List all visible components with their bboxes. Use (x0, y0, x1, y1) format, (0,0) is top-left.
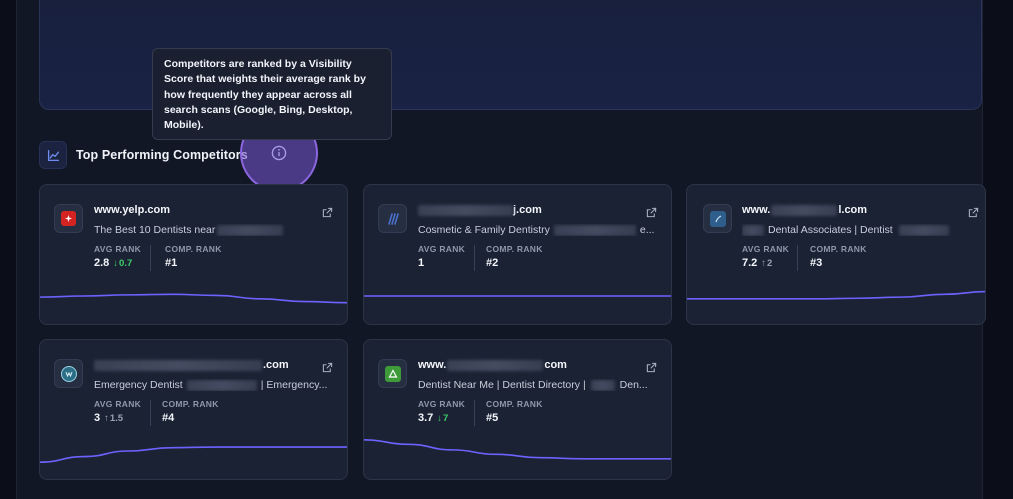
external-link-icon[interactable] (644, 205, 658, 219)
competitor-card-1[interactable]: www.yelp.com The Best 10 Dentists near A… (39, 184, 348, 325)
trend-sparkline (364, 439, 671, 460)
comp-rank-label: COMP. RANK (486, 399, 543, 409)
trend-sparkline (364, 295, 671, 297)
site-logo-icon (703, 204, 732, 233)
comp-rank-label: COMP. RANK (810, 244, 867, 254)
site-logo-icon (378, 359, 407, 388)
rank-delta: ↑ 1.5 (104, 412, 124, 424)
site-logo-icon (54, 359, 83, 388)
external-link-icon[interactable] (320, 205, 334, 219)
rank-delta: ↑ 2 (761, 257, 773, 269)
section-header: Top Performing Competitors (39, 141, 248, 169)
external-link-icon[interactable] (320, 360, 334, 374)
comp-rank-label: COMP. RANK (162, 399, 219, 409)
competitor-domain[interactable]: www. com (418, 359, 567, 371)
rank-delta: ↓ 0.7 (113, 257, 133, 269)
competitor-card-5[interactable]: www. com Dentist Near Me | Dentist Direct… (363, 339, 672, 480)
avg-rank-label: AVG RANK (94, 399, 142, 409)
competitor-card-4[interactable]: .com Emergency Dentist | Emergency... AVG… (39, 339, 348, 480)
competitor-subtitle: Dental Associates | Dentist (742, 224, 982, 236)
external-link-icon[interactable] (644, 360, 658, 374)
sparkline-path (687, 290, 985, 300)
trend-sparkline (40, 293, 347, 304)
competitor-card-3[interactable]: www. l.com Dental Associates | Dentist AV… (686, 184, 986, 325)
competitor-card-2[interactable]: j.com Cosmetic & Family Dentistry e... AV… (363, 184, 672, 325)
arrow-up-icon: ↑ (104, 412, 109, 424)
trend-sparkline (687, 290, 985, 300)
rank-delta: ↓ 7 (437, 412, 449, 424)
site-logo-icon (378, 204, 407, 233)
sparkline-path (40, 446, 347, 463)
competitor-subtitle: Cosmetic & Family Dentistry e... (418, 224, 655, 236)
arrow-down-icon: ↓ (113, 257, 119, 269)
chart-line-icon (39, 141, 67, 169)
external-link-icon[interactable] (966, 205, 980, 219)
yelp-logo-icon (54, 204, 83, 233)
competitor-subtitle: Emergency Dentist | Emergency... (94, 379, 328, 391)
visibility-score-tooltip: Competitors are ranked by a Visibility S… (152, 48, 392, 140)
avg-rank-label: AVG RANK (94, 244, 142, 254)
competitor-domain[interactable]: .com (94, 359, 289, 371)
arrow-down-icon: ↓ (437, 412, 443, 424)
arrow-up-icon: ↑ (761, 257, 767, 269)
comp-rank-label: COMP. RANK (165, 244, 222, 254)
section-title: Top Performing Competitors (76, 148, 248, 162)
sparkline-path (40, 293, 347, 304)
competitor-domain[interactable]: www.yelp.com (94, 204, 170, 216)
competitor-subtitle: Dentist Near Me | Dentist Directory | Den… (418, 379, 648, 391)
avg-rank-label: AVG RANK (742, 244, 790, 254)
avg-rank-label: AVG RANK (418, 399, 466, 409)
competitor-subtitle: The Best 10 Dentists near (94, 224, 334, 236)
trend-sparkline (40, 446, 347, 463)
competitor-domain[interactable]: www. l.com (742, 204, 867, 216)
comp-rank-label: COMP. RANK (486, 244, 543, 254)
sparkline-path (364, 439, 671, 460)
competitor-domain[interactable]: j.com (418, 204, 542, 216)
avg-rank-label: AVG RANK (418, 244, 466, 254)
